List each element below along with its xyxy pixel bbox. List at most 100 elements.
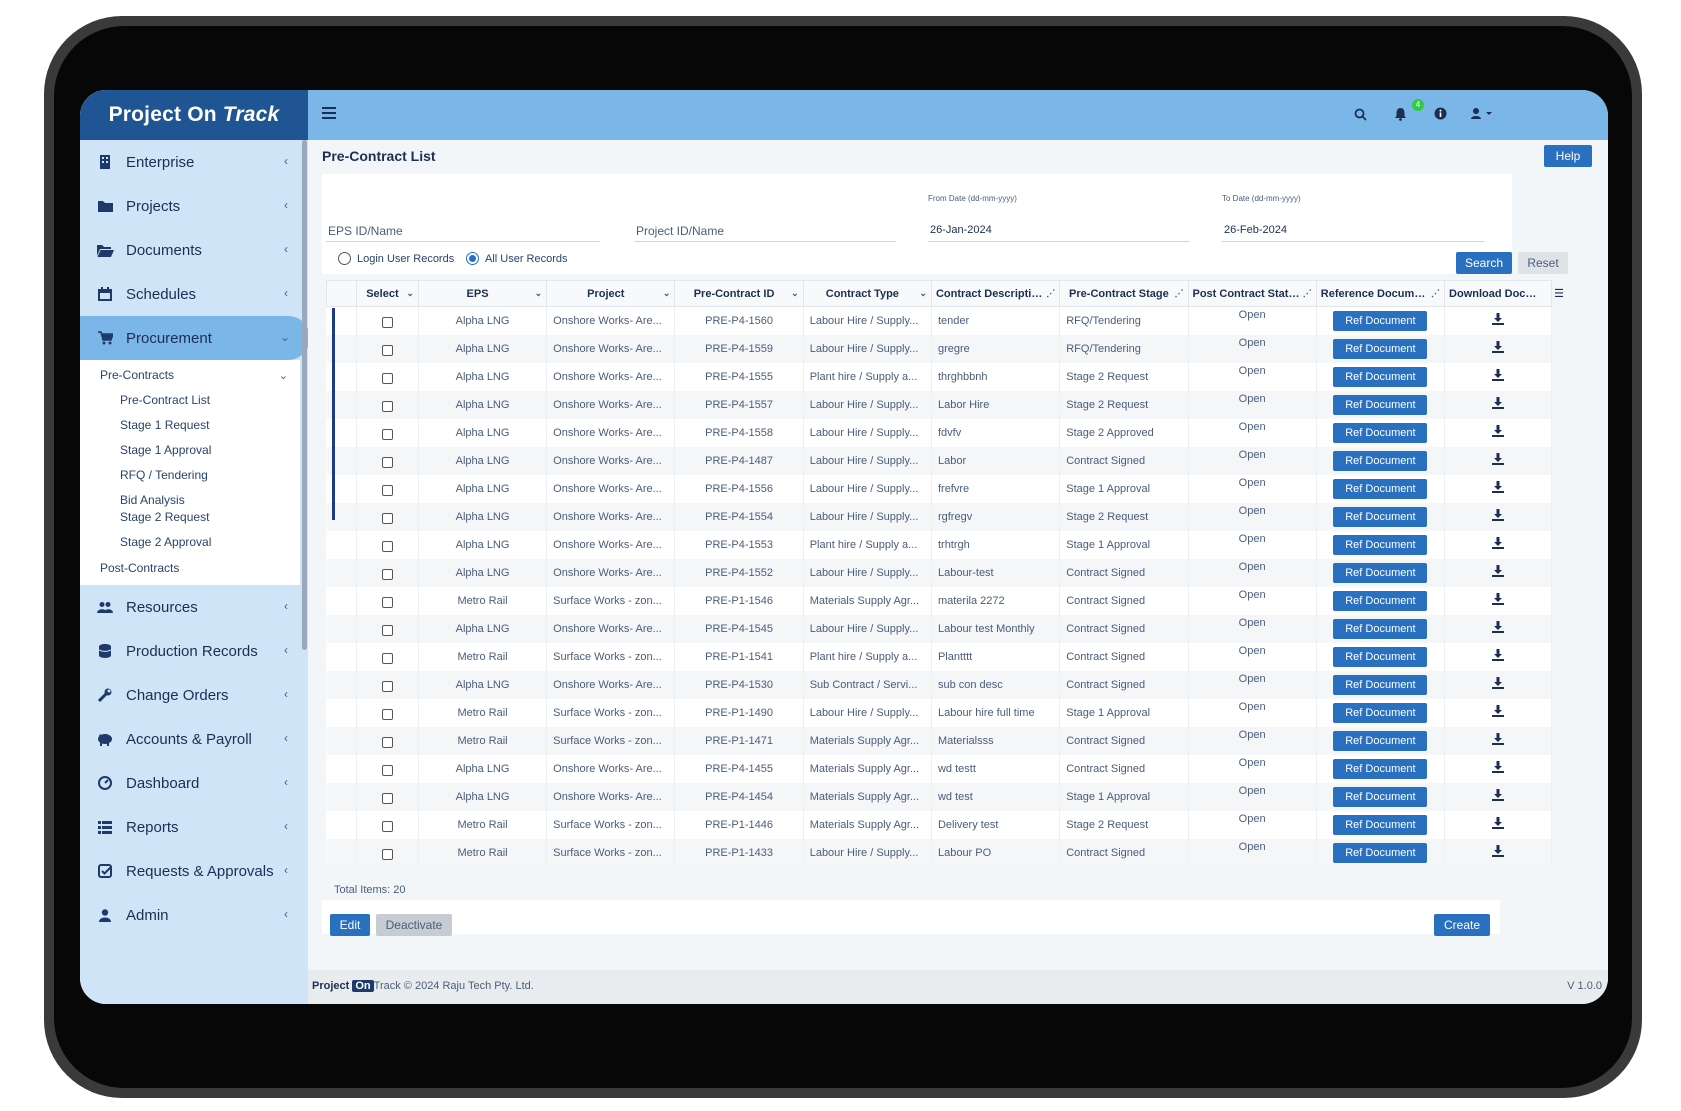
select-cell[interactable] bbox=[356, 558, 419, 587]
brand-logo[interactable]: Project On Track bbox=[80, 90, 308, 140]
ref-document-button[interactable]: Ref Document bbox=[1333, 506, 1428, 527]
ref-document-button[interactable]: Ref Document bbox=[1333, 338, 1428, 359]
submenu-item-bid-analysis[interactable]: Bid Analysis bbox=[80, 488, 300, 509]
row-checkbox[interactable] bbox=[381, 820, 393, 832]
table-row[interactable]: Alpha LNG Onshore Works- Are... PRE-P4-1… bbox=[326, 530, 1552, 559]
sidebar-item-dashboard[interactable]: Dashboard ‹ bbox=[80, 761, 308, 805]
select-cell[interactable] bbox=[356, 446, 419, 475]
table-row[interactable]: Metro Rail Surface Works - zon... PRE-P1… bbox=[326, 810, 1552, 839]
column-menu-icon[interactable]: ☰ bbox=[1552, 280, 1566, 306]
row-checkbox[interactable] bbox=[381, 512, 393, 524]
select-cell[interactable] bbox=[356, 782, 419, 811]
from-date-input[interactable]: From Date (dd-mm-yyyy) 26-Jan-2024 bbox=[928, 194, 1190, 242]
filter-sort-icon[interactable]: ⋰ bbox=[1303, 288, 1312, 299]
download-icon[interactable] bbox=[1492, 789, 1505, 801]
row-checkbox[interactable] bbox=[381, 652, 393, 664]
ref-document-button[interactable]: Ref Document bbox=[1333, 730, 1428, 751]
ref-document-button[interactable]: Ref Document bbox=[1333, 366, 1428, 387]
submenu-item-rfq-tendering[interactable]: RFQ / Tendering bbox=[80, 463, 300, 488]
download-icon[interactable] bbox=[1492, 733, 1505, 745]
select-cell[interactable] bbox=[356, 502, 419, 531]
row-checkbox[interactable] bbox=[381, 400, 393, 412]
row-checkbox[interactable] bbox=[381, 316, 393, 328]
sidebar-item-documents[interactable]: Documents ‹ bbox=[80, 228, 308, 272]
download-icon[interactable] bbox=[1492, 677, 1505, 689]
table-row[interactable]: Metro Rail Surface Works - zon... PRE-P1… bbox=[326, 726, 1552, 755]
row-checkbox[interactable] bbox=[381, 568, 393, 580]
sort-icon[interactable]: ⌄ bbox=[919, 288, 927, 299]
submenu-pre-contracts[interactable]: Pre-Contracts ⌄ bbox=[80, 362, 300, 388]
row-checkbox[interactable] bbox=[381, 708, 393, 720]
row-checkbox[interactable] bbox=[381, 764, 393, 776]
download-icon[interactable] bbox=[1492, 593, 1505, 605]
ref-document-button[interactable]: Ref Document bbox=[1333, 674, 1428, 695]
download-icon[interactable] bbox=[1492, 341, 1505, 353]
select-cell[interactable] bbox=[356, 418, 419, 447]
sidebar-item-resources[interactable]: Resources ‹ bbox=[80, 585, 308, 629]
select-cell[interactable] bbox=[356, 362, 419, 391]
edit-button[interactable]: Edit bbox=[330, 914, 370, 936]
info-icon[interactable] bbox=[1434, 107, 1447, 120]
select-cell[interactable] bbox=[356, 698, 419, 727]
table-row[interactable]: Alpha LNG Onshore Works- Are... PRE-P4-1… bbox=[326, 782, 1552, 811]
select-cell[interactable] bbox=[356, 810, 419, 839]
download-icon[interactable] bbox=[1492, 817, 1505, 829]
table-row[interactable]: Alpha LNG Onshore Works- Are... PRE-P4-1… bbox=[326, 670, 1552, 699]
select-cell[interactable] bbox=[356, 306, 419, 335]
deactivate-button[interactable]: Deactivate bbox=[376, 914, 452, 936]
row-checkbox[interactable] bbox=[381, 680, 393, 692]
ref-document-button[interactable]: Ref Document bbox=[1333, 478, 1428, 499]
sidebar-item-schedules[interactable]: Schedules ‹ bbox=[80, 272, 308, 316]
select-cell[interactable] bbox=[356, 754, 419, 783]
radio-circle[interactable] bbox=[338, 252, 351, 265]
ref-document-button[interactable]: Ref Document bbox=[1333, 562, 1428, 583]
column-header-contract-type[interactable]: Contract Type ⌄ bbox=[802, 280, 932, 307]
ref-document-button[interactable]: Ref Document bbox=[1333, 422, 1428, 443]
row-checkbox[interactable] bbox=[381, 596, 393, 608]
table-row[interactable]: Alpha LNG Onshore Works- Are... PRE-P4-1… bbox=[326, 754, 1552, 783]
ref-document-button[interactable]: Ref Document bbox=[1333, 814, 1428, 835]
create-button[interactable]: Create bbox=[1434, 914, 1490, 936]
row-checkbox[interactable] bbox=[381, 372, 393, 384]
download-icon[interactable] bbox=[1492, 537, 1505, 549]
row-checkbox[interactable] bbox=[381, 540, 393, 552]
sidebar-item-enterprise[interactable]: Enterprise ‹ bbox=[80, 140, 308, 184]
download-icon[interactable] bbox=[1492, 845, 1505, 857]
download-icon[interactable] bbox=[1492, 761, 1505, 773]
sidebar-item-requests-and-approvals[interactable]: Requests & Approvals ‹ bbox=[80, 849, 308, 893]
select-cell[interactable] bbox=[356, 726, 419, 755]
ref-document-button[interactable]: Ref Document bbox=[1333, 310, 1428, 331]
table-row[interactable]: Metro Rail Surface Works - zon... PRE-P1… bbox=[326, 698, 1552, 727]
ref-document-button[interactable]: Ref Document bbox=[1333, 786, 1428, 807]
ref-document-button[interactable]: Ref Document bbox=[1333, 646, 1428, 667]
filter-sort-icon[interactable]: ⋰ bbox=[1175, 288, 1184, 299]
table-row[interactable]: Alpha LNG Onshore Works- Are... PRE-P4-1… bbox=[326, 614, 1552, 643]
menu-toggle-icon[interactable] bbox=[322, 107, 336, 119]
download-icon[interactable] bbox=[1492, 425, 1505, 437]
submenu-item-pre-contract-list[interactable]: Pre-Contract List bbox=[80, 388, 300, 413]
ref-document-button[interactable]: Ref Document bbox=[1333, 450, 1428, 471]
select-cell[interactable] bbox=[356, 838, 419, 866]
row-checkbox[interactable] bbox=[381, 624, 393, 636]
eps-search-input[interactable]: EPS ID/Name bbox=[326, 218, 600, 242]
download-icon[interactable] bbox=[1492, 509, 1505, 521]
help-button[interactable]: Help bbox=[1544, 145, 1592, 167]
download-icon[interactable] bbox=[1492, 313, 1505, 326]
table-row[interactable]: Alpha LNG Onshore Works- Are... PRE-P4-1… bbox=[326, 418, 1552, 447]
table-row[interactable]: Alpha LNG Onshore Works- Are... PRE-P4-1… bbox=[326, 362, 1552, 391]
sidebar-item-projects[interactable]: Projects ‹ bbox=[80, 184, 308, 228]
sidebar-item-change-orders[interactable]: Change Orders ‹ bbox=[80, 673, 308, 717]
sidebar-item-admin[interactable]: Admin ‹ bbox=[80, 893, 308, 937]
to-date-input[interactable]: To Date (dd-mm-yyyy) 26-Feb-2024 bbox=[1222, 194, 1484, 242]
filter-sort-icon[interactable]: ⋰ bbox=[1046, 288, 1055, 299]
select-cell[interactable] bbox=[356, 586, 419, 615]
download-icon[interactable] bbox=[1492, 397, 1505, 409]
sort-icon[interactable]: ⌄ bbox=[406, 288, 414, 299]
submenu-item-stage-1-request[interactable]: Stage 1 Request bbox=[80, 413, 300, 438]
select-cell[interactable] bbox=[356, 642, 419, 671]
bell-icon[interactable] bbox=[1394, 107, 1407, 121]
row-checkbox[interactable] bbox=[381, 428, 393, 440]
select-cell[interactable] bbox=[356, 390, 419, 419]
sidebar-item-production-records[interactable]: Production Records ‹ bbox=[80, 629, 308, 673]
ref-document-button[interactable]: Ref Document bbox=[1333, 590, 1428, 611]
